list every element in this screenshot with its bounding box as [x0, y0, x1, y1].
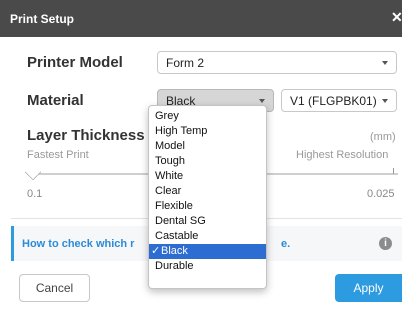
slider-end-tick: [393, 168, 394, 174]
layer-thickness-unit: (mm): [370, 131, 396, 143]
material-option[interactable]: Grey: [149, 109, 266, 124]
cancel-button[interactable]: Cancel: [19, 274, 90, 302]
material-option[interactable]: High Temp: [149, 124, 266, 139]
material-option[interactable]: Castable: [149, 229, 266, 244]
material-option[interactable]: Model: [149, 139, 266, 154]
material-dropdown-menu[interactable]: Grey High Temp Model Tough White Clear F…: [148, 105, 267, 289]
material-version-select[interactable]: V1 (FLGPBK01): [281, 89, 397, 112]
slider-max-value: 0.025: [367, 188, 395, 200]
printer-model-value: Form 2: [166, 56, 205, 70]
material-option[interactable]: White: [149, 169, 266, 184]
chevron-down-icon: [259, 99, 265, 103]
material-version-value: V1 (FLGPBK01): [290, 94, 377, 108]
help-link[interactable]: How to check which r: [22, 238, 134, 250]
info-icon[interactable]: i: [379, 237, 392, 250]
chevron-down-icon: [382, 99, 388, 103]
highest-resolution-caption: Highest Resolution: [296, 149, 389, 161]
slider-min-value: 0.1: [27, 188, 43, 200]
fastest-print-caption: Fastest Print: [27, 149, 89, 161]
layer-thickness-label: Layer Thickness: [27, 127, 145, 144]
printer-model-label: Printer Model: [27, 54, 123, 71]
material-option[interactable]: Clear: [149, 184, 266, 199]
material-option[interactable]: Dental SG: [149, 214, 266, 229]
checkmark-icon: ✓: [151, 245, 161, 257]
layer-thickness-slider-handle[interactable]: [24, 163, 42, 181]
material-label: Material: [27, 92, 84, 109]
material-option-selected[interactable]: ✓ Black: [149, 244, 266, 259]
material-option[interactable]: Tough: [149, 154, 266, 169]
help-link-tail[interactable]: e.: [281, 238, 290, 250]
apply-button[interactable]: Apply: [335, 274, 402, 302]
close-icon[interactable]: ✕: [391, 10, 402, 24]
material-option[interactable]: Flexible: [149, 199, 266, 214]
material-option[interactable]: Durable: [149, 259, 266, 274]
chevron-down-icon: [382, 61, 388, 65]
window-title: Print Setup: [10, 12, 75, 26]
window-titlebar: Print Setup ✕: [0, 0, 402, 37]
printer-model-select[interactable]: Form 2: [157, 51, 397, 74]
